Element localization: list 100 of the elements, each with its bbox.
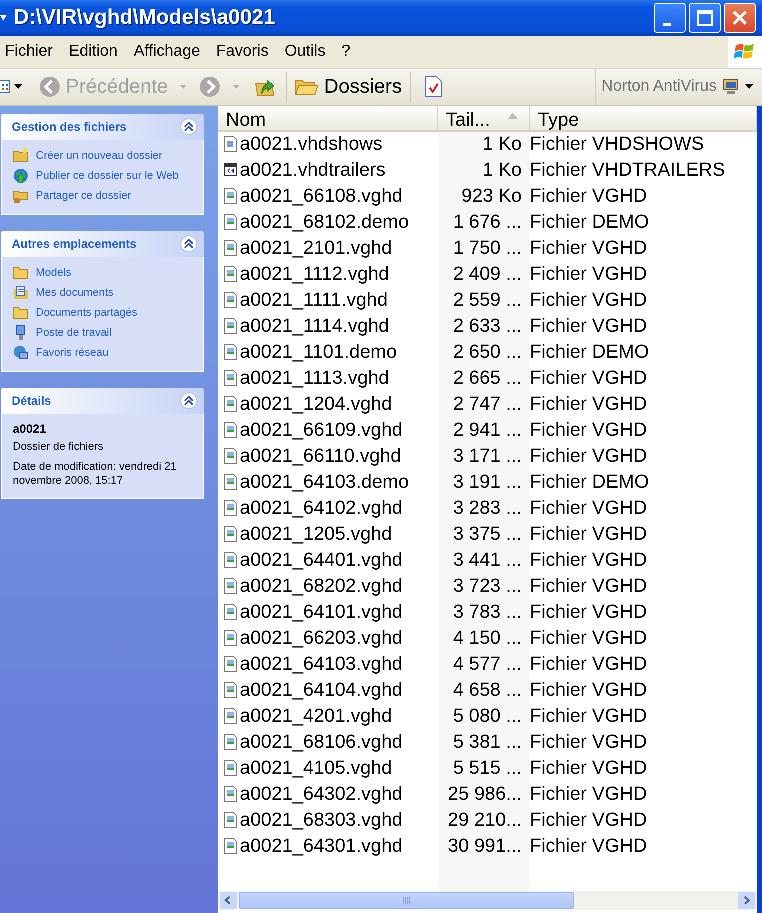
menu-item[interactable]: Favoris xyxy=(208,43,277,61)
collapse-chevron-icon[interactable] xyxy=(180,118,198,136)
file-size-cell-text: 2 559 ... xyxy=(452,290,523,312)
file-type-cell-text: Fichier VGHD xyxy=(530,810,648,832)
maximize-button[interactable] xyxy=(689,3,721,33)
scroll-thumb[interactable] xyxy=(239,892,574,909)
file-name-cell[interactable]: a0021_2101.vghd xyxy=(218,238,438,260)
file-name-cell[interactable]: a0021_66109.vghd xyxy=(218,420,438,442)
scroll-right-button[interactable] xyxy=(738,892,755,909)
menu-item[interactable]: Affichage xyxy=(126,43,208,61)
file-name-cell[interactable]: a0021_64104.vghd xyxy=(218,680,438,702)
file-name-cell[interactable]: a0021_64103.demo xyxy=(218,472,438,494)
file-name-cell[interactable]: a0021_1204.vghd xyxy=(218,394,438,416)
menu-item[interactable]: ? xyxy=(334,43,359,61)
column-header[interactable]: Nom xyxy=(218,106,438,132)
file-type-cell-text: Fichier VGHD xyxy=(530,446,648,468)
task-link[interactable]: Documents partagés xyxy=(13,305,197,321)
panel-header[interactable]: Détails xyxy=(1,388,204,414)
file-type-cell-text: Fichier VGHD xyxy=(530,186,648,208)
image-file-icon xyxy=(224,188,238,205)
close-button[interactable] xyxy=(724,3,756,33)
panel-header[interactable]: Autres emplacements xyxy=(1,231,204,257)
file-name-cell[interactable]: a0021.vhdtrailers xyxy=(218,160,438,182)
file-name-cell[interactable]: a0021_4105.vghd xyxy=(218,758,438,780)
image-file-icon xyxy=(224,266,238,283)
norton-antivirus-button[interactable]: Norton AntiVirus xyxy=(594,69,762,105)
image-file-icon xyxy=(224,630,238,647)
collapse-chevron-icon[interactable] xyxy=(180,392,198,410)
file-size-cell-text: 3 191 ... xyxy=(452,472,523,494)
window-file-icon xyxy=(224,162,238,179)
file-size-cell-text: 3 783 ... xyxy=(452,602,523,624)
file-name-cell[interactable]: a0021_4201.vghd xyxy=(218,706,438,728)
menu-item[interactable]: Outils xyxy=(276,43,334,61)
file-size-cell-text: 3 283 ... xyxy=(452,498,523,520)
file-type-cell-text: Fichier DEMO xyxy=(530,342,650,364)
task-link[interactable]: Models xyxy=(13,265,197,281)
file-size-cell-text: 2 747 ... xyxy=(452,394,523,416)
task-link[interactable]: Publier ce dossier sur le Web xyxy=(13,168,197,184)
image-file-icon xyxy=(224,318,238,335)
menu-item[interactable]: Edition xyxy=(61,43,126,61)
file-name-cell[interactable]: a0021_64401.vghd xyxy=(218,550,438,572)
task-link[interactable]: Poste de travail xyxy=(13,325,197,341)
file-name-cell[interactable]: a0021_66203.vghd xyxy=(218,628,438,650)
file-type-cell-text: Fichier VGHD xyxy=(530,576,648,598)
menu-item[interactable]: Fichier xyxy=(0,43,62,61)
file-type-cell-text: Fichier VGHD xyxy=(530,628,648,650)
file-type-cell-text: Fichier VGHD xyxy=(530,706,648,728)
task-link[interactable]: Favoris réseau xyxy=(13,345,197,361)
file-size-cell-text: 30 991... xyxy=(447,836,523,858)
panel-header[interactable]: Gestion des fichiers xyxy=(1,114,204,140)
folder-name: a0021 xyxy=(13,422,48,436)
file-name-cell[interactable]: a0021_64301.vghd xyxy=(218,836,438,858)
file-name-cell[interactable]: a0021_66110.vghd xyxy=(218,446,438,468)
file-size-cell-text: 3 441 ... xyxy=(452,550,523,572)
file-name-cell[interactable]: a0021_64302.vghd xyxy=(218,784,438,806)
file-name-cell[interactable]: a0021_1113.vghd xyxy=(218,368,438,390)
globe-icon xyxy=(13,168,29,184)
checklist-icon[interactable] xyxy=(425,76,444,98)
grip-icon xyxy=(402,897,410,904)
file-name-cell[interactable]: a0021_64102.vghd xyxy=(218,498,438,520)
file-type-cell-text: Fichier VGHD xyxy=(530,524,648,546)
image-file-icon xyxy=(224,552,238,569)
file-name-cell[interactable]: a0021_64103.vghd xyxy=(218,654,438,676)
image-file-icon xyxy=(224,734,238,751)
task-link[interactable]: Partager ce dossier xyxy=(13,188,197,204)
file-name-cell[interactable]: a0021_1101.demo xyxy=(218,342,438,364)
file-name-cell[interactable]: a0021_68303.vghd xyxy=(218,810,438,832)
close-icon xyxy=(731,9,749,27)
views-button[interactable] xyxy=(0,80,23,94)
file-size-cell-text: 25 986... xyxy=(447,784,523,806)
file-size-cell-text: 2 633 ... xyxy=(452,316,523,338)
column-header[interactable]: Type xyxy=(530,106,757,132)
task-link[interactable]: Créer un nouveau dossier xyxy=(13,148,197,164)
file-type-cell-text: Fichier VHDSHOWS xyxy=(530,134,706,156)
panel-title: Détails xyxy=(12,394,52,408)
file-name-cell[interactable]: a0021_66108.vghd xyxy=(218,186,438,208)
file-name-cell[interactable]: a0021_68102.demo xyxy=(218,212,438,234)
file-name-cell[interactable]: a0021_68106.vghd xyxy=(218,732,438,754)
file-size-cell-text: 4 150 ... xyxy=(452,628,523,650)
file-name-cell[interactable]: a0021_1111.vghd xyxy=(218,290,438,312)
collapse-chevron-icon[interactable] xyxy=(180,235,198,253)
file-name-cell[interactable]: a0021.vhdshows xyxy=(218,134,438,156)
file-size-cell-text: 5 381 ... xyxy=(452,732,523,754)
file-type-cell-text: Fichier VGHD xyxy=(530,264,648,286)
file-size-cell-text: 2 409 ... xyxy=(452,264,523,286)
file-name-cell[interactable]: a0021_1112.vghd xyxy=(218,264,438,286)
file-type-cell-text: Fichier VGHD xyxy=(530,550,648,572)
image-file-icon xyxy=(224,214,238,231)
file-size-cell-text: 2 941 ... xyxy=(452,420,523,442)
file-name-cell[interactable]: a0021_1205.vghd xyxy=(218,524,438,546)
task-link[interactable]: Mes documents xyxy=(13,285,197,301)
image-file-icon xyxy=(224,422,238,439)
folders-button[interactable]: Dossiers xyxy=(291,76,406,98)
image-file-icon xyxy=(224,344,238,361)
file-name-cell[interactable]: a0021_68202.vghd xyxy=(218,576,438,598)
scroll-left-button[interactable] xyxy=(220,892,237,909)
minimize-button[interactable] xyxy=(654,3,686,33)
file-name-cell[interactable]: a0021_64101.vghd xyxy=(218,602,438,624)
file-type-cell-text: Fichier VGHD xyxy=(530,680,648,702)
file-name-cell[interactable]: a0021_1114.vghd xyxy=(218,316,438,338)
